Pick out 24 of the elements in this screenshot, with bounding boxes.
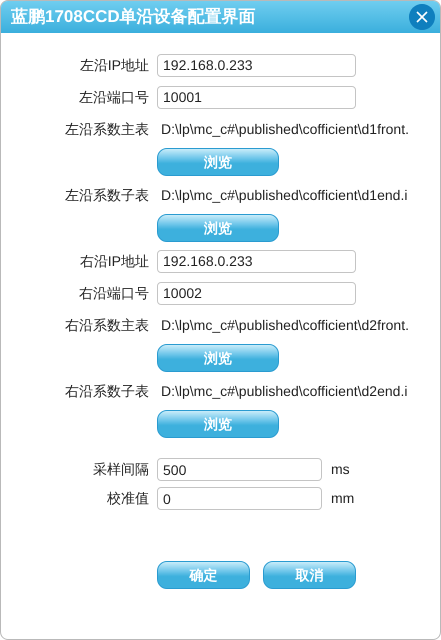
input-field[interactable]: 10001 <box>157 86 356 108</box>
field-label: 右沿系数子表 <box>65 382 149 398</box>
field-label: 左沿系数子表 <box>65 186 149 202</box>
file-path: D:\lp\mc_c#\published\cofficient\d1end.i <box>160 186 408 205</box>
field-label: 左沿端口号 <box>79 88 149 104</box>
window-title: 蓝鹏1708CCD单沿设备配置界面 <box>11 6 256 28</box>
file-path: D:\lp\mc_c#\published\cofficient\d2end.i <box>160 382 408 401</box>
close-icon[interactable] <box>409 4 435 30</box>
input-field[interactable]: 10002 <box>157 282 356 304</box>
field-label: 左沿IP地址 <box>80 56 149 72</box>
input-field[interactable]: 192.168.0.233 <box>157 54 356 76</box>
field-label: 左沿系数主表 <box>65 120 149 136</box>
field-label: 右沿IP地址 <box>80 252 149 268</box>
field-label: 右沿端口号 <box>79 284 149 300</box>
field-label: 采样间隔 <box>93 461 149 477</box>
field-label: 校准值 <box>107 490 149 506</box>
unit-label: mm <box>330 489 354 508</box>
input-field[interactable]: 500 <box>157 458 322 481</box>
input-field[interactable]: 0 <box>157 487 322 510</box>
unit-label: ms <box>330 460 350 479</box>
input-field[interactable]: 192.168.0.233 <box>157 250 356 272</box>
file-path: D:\lp\mc_c#\published\cofficient\d1front. <box>160 120 409 139</box>
field-label: 右沿系数主表 <box>65 316 149 332</box>
file-path: D:\lp\mc_c#\published\cofficient\d2front. <box>160 316 409 335</box>
